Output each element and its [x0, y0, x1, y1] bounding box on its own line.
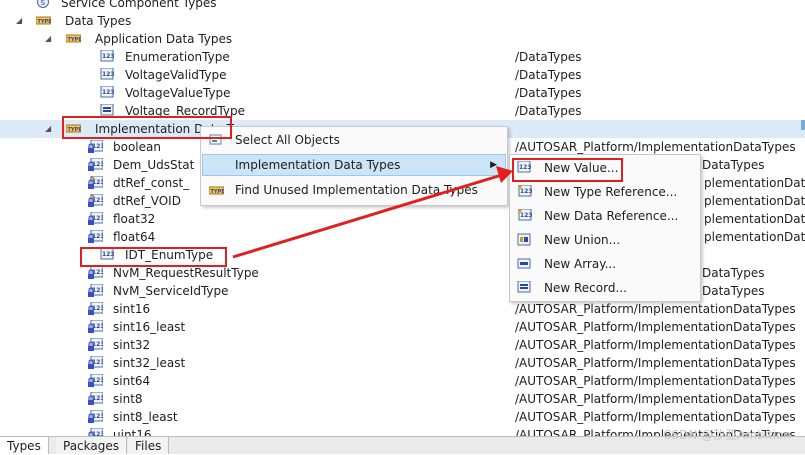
tab-types[interactable]: Types	[0, 437, 49, 454]
watermark: CSDN @沙亚Ambition	[663, 428, 791, 442]
tab-files[interactable]: Files	[128, 437, 170, 454]
tab-label: Types	[7, 439, 41, 453]
tab-label: Files	[135, 439, 162, 453]
tab-packages[interactable]: Packages	[56, 437, 127, 454]
annotation-arrow	[232, 166, 513, 259]
tab-label: Packages	[63, 439, 119, 453]
